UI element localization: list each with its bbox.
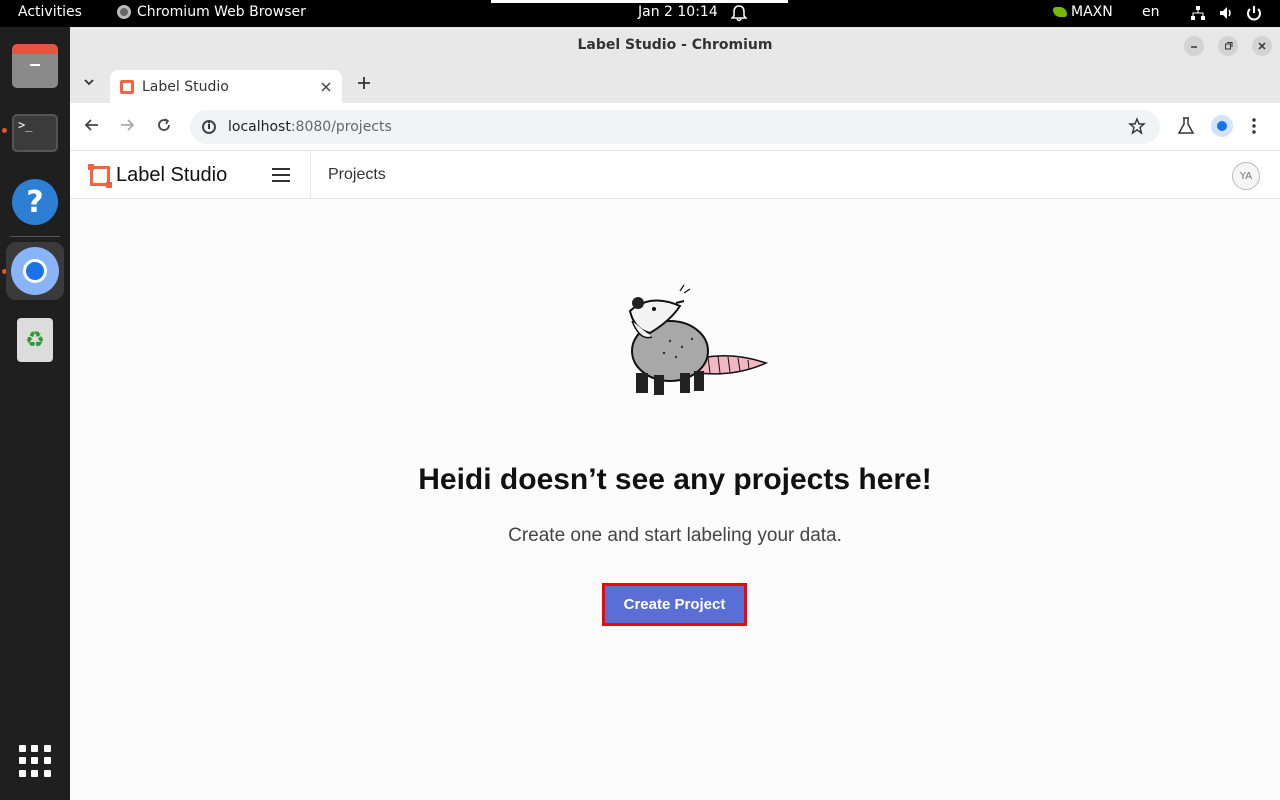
system-tray[interactable] xyxy=(1190,5,1262,21)
power-icon xyxy=(1247,6,1261,21)
notification-bell-icon[interactable] xyxy=(731,4,747,22)
show-apps-icon[interactable] xyxy=(19,745,51,777)
dock-separator xyxy=(10,236,60,237)
top-bar-strip xyxy=(491,0,788,3)
empty-state-subtitle: Create one and start labeling your data. xyxy=(508,525,842,546)
user-avatar[interactable]: YA xyxy=(1232,162,1260,190)
power-mode-indicator[interactable]: MAXN xyxy=(1053,4,1113,20)
new-tab-icon[interactable] xyxy=(354,71,374,95)
tab-label-studio[interactable]: Label Studio xyxy=(110,70,342,103)
empty-state-title: Heidi doesn’t see any projects here! xyxy=(418,463,932,496)
logo-text: Label Studio xyxy=(116,164,228,186)
tab-search-chevron-icon[interactable] xyxy=(82,72,96,92)
label-studio-favicon xyxy=(120,79,134,94)
tab-strip: Label Studio xyxy=(70,64,1280,103)
close-icon xyxy=(1258,42,1266,50)
system-top-bar: Activities Chromium Web Browser Jan 2 10… xyxy=(0,0,1280,27)
url-path: :8080/projects xyxy=(290,119,392,135)
address-bar[interactable]: i localhost:8080/projects xyxy=(190,110,1160,144)
label-studio-app: Label Studio Projects YA Heidi doesn’t s… xyxy=(70,151,1280,800)
tab-title: Label Studio xyxy=(142,78,229,95)
tab-close-icon[interactable] xyxy=(320,81,332,93)
toolbar: i localhost:8080/projects xyxy=(70,103,1280,151)
app-menu-label: Chromium Web Browser xyxy=(137,4,306,20)
volume-icon xyxy=(1220,7,1231,19)
network-icon xyxy=(1191,6,1205,20)
trash-icon: ♻ xyxy=(17,318,53,362)
chromium-icon xyxy=(117,5,131,19)
power-mode-label: MAXN xyxy=(1071,4,1113,20)
clock[interactable]: Jan 2 10:14 xyxy=(638,4,718,20)
profile-avatar-icon[interactable] xyxy=(1211,115,1233,137)
chromium-icon xyxy=(11,247,59,295)
dock-help[interactable]: ? xyxy=(6,173,64,231)
app-header: Label Studio Projects YA xyxy=(70,151,1280,199)
site-info-icon[interactable]: i xyxy=(202,120,216,134)
window-title: Label Studio - Chromium xyxy=(577,37,773,53)
back-arrow-icon[interactable] xyxy=(83,116,101,134)
minimize-button[interactable] xyxy=(1184,36,1204,56)
create-project-button[interactable]: Create Project xyxy=(605,586,744,623)
create-project-highlight: Create Project xyxy=(602,583,747,626)
reload-icon[interactable] xyxy=(155,116,173,134)
bookmark-star-icon[interactable] xyxy=(1128,117,1146,135)
label-studio-logo[interactable]: Label Studio xyxy=(88,163,228,188)
hamburger-menu-icon[interactable] xyxy=(272,168,290,182)
forward-arrow-icon[interactable] xyxy=(118,116,136,134)
terminal-icon: >_ xyxy=(12,114,58,152)
close-button[interactable] xyxy=(1252,36,1272,56)
dock-trash[interactable]: ♻ xyxy=(6,311,64,369)
opossum-illustration xyxy=(628,284,769,395)
dock-files[interactable] xyxy=(6,39,64,97)
window-titlebar[interactable]: Label Studio - Chromium xyxy=(70,27,1280,64)
more-menu-icon[interactable] xyxy=(1250,115,1258,137)
activities-button[interactable]: Activities xyxy=(18,4,82,20)
page-title: Projects xyxy=(328,166,386,183)
restore-icon xyxy=(1225,42,1233,50)
labs-flask-icon[interactable] xyxy=(1177,115,1195,137)
files-icon xyxy=(12,44,58,88)
dock-chromium[interactable] xyxy=(6,242,64,300)
minimize-icon xyxy=(1191,46,1197,48)
app-menu[interactable]: Chromium Web Browser xyxy=(117,4,306,20)
url-text: localhost:8080/projects xyxy=(228,119,392,135)
dock: >_ ? ♻ xyxy=(0,27,70,800)
dock-terminal[interactable]: >_ xyxy=(6,104,64,162)
url-host: localhost xyxy=(228,119,291,135)
language-indicator[interactable]: en xyxy=(1142,4,1160,20)
maximize-button[interactable] xyxy=(1218,36,1238,56)
help-icon: ? xyxy=(12,179,58,225)
label-studio-logo-icon xyxy=(88,163,112,188)
browser-window: Label Studio - Chromium Label Studio i l… xyxy=(70,27,1280,800)
header-divider xyxy=(310,151,311,199)
nvidia-icon xyxy=(1053,7,1067,17)
